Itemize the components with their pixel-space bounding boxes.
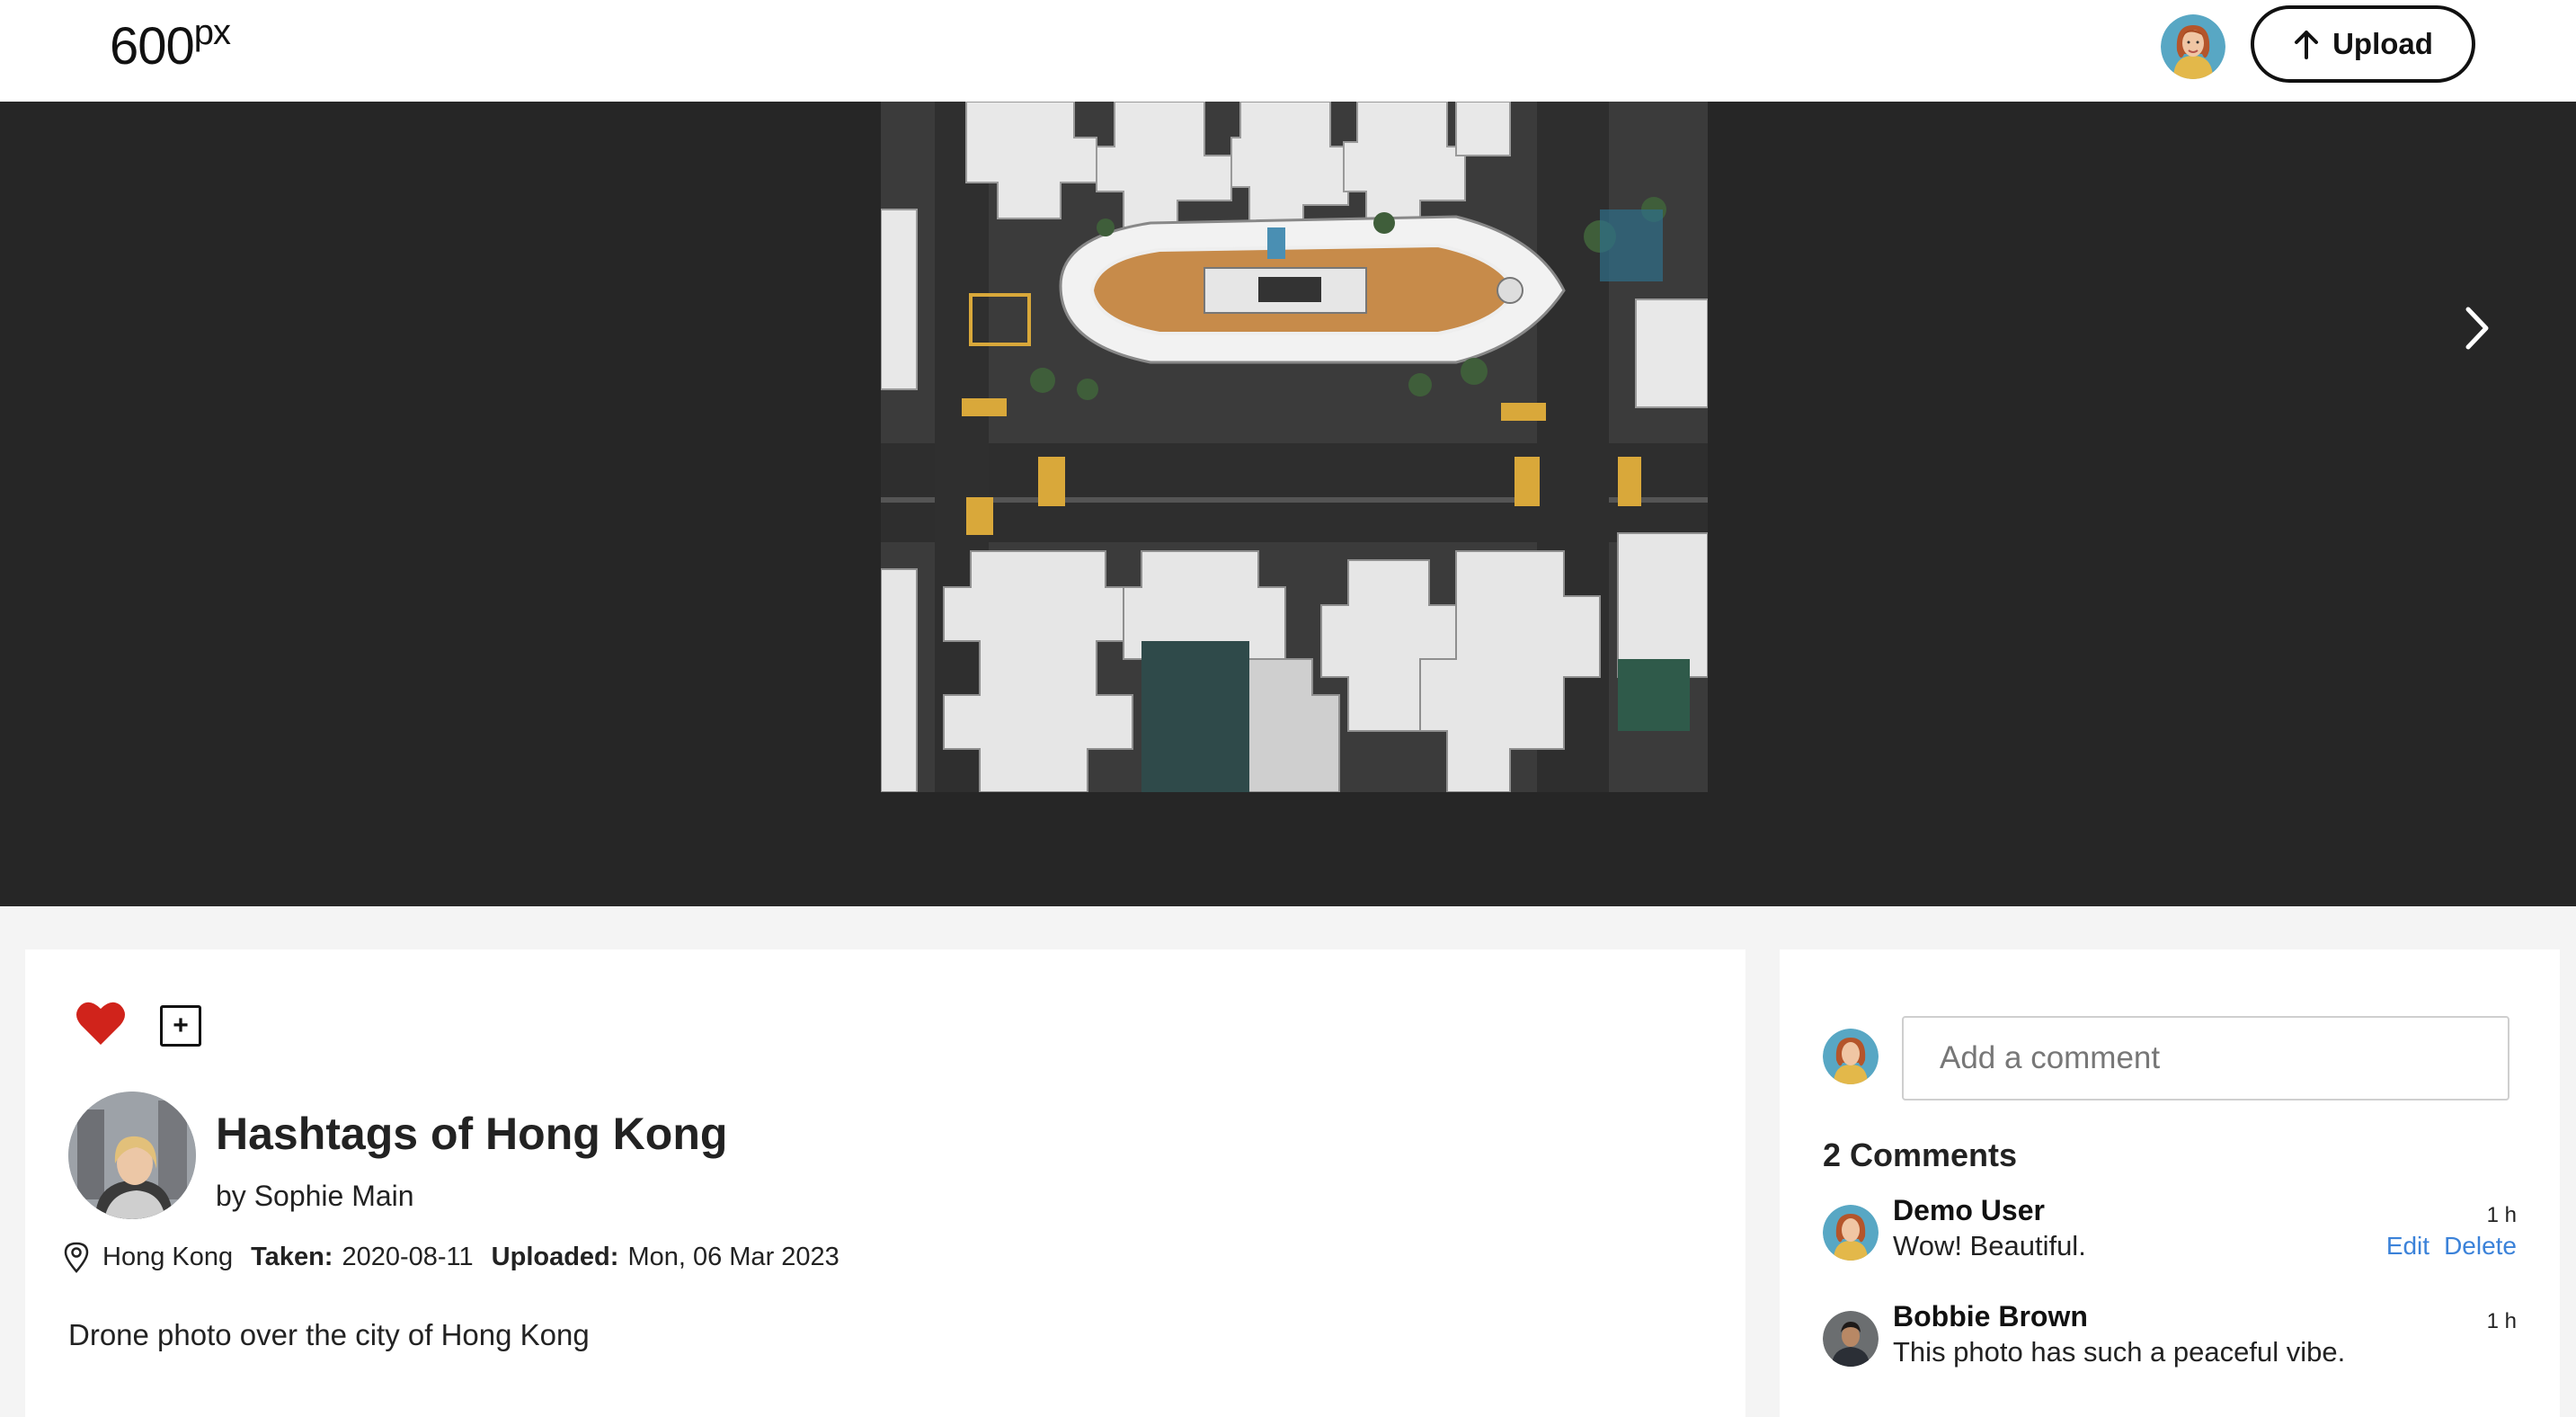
next-photo-button[interactable] <box>2454 290 2499 366</box>
comment-item: Demo User Wow! Beautiful. 1 h Edit Delet… <box>1823 1194 2517 1266</box>
heart-icon <box>76 1002 125 1045</box>
like-button[interactable] <box>76 1000 126 1047</box>
arrow-up-icon <box>2295 31 2319 59</box>
logo[interactable]: 600px <box>110 13 231 76</box>
photo-title: Hashtags of Hong Kong <box>216 1109 728 1159</box>
comment-time: 1 h <box>2486 1203 2517 1227</box>
logo-text: 600 <box>110 17 195 76</box>
main-photo[interactable] <box>881 102 1708 792</box>
comments-count: 2 Comments <box>1823 1136 2018 1173</box>
photo-description: Drone photo over the city of Hong Kong <box>68 1318 590 1351</box>
delete-comment-link[interactable]: Delete <box>2444 1232 2517 1261</box>
taken-label: Taken: <box>251 1242 333 1271</box>
author-avatar[interactable] <box>68 1092 196 1219</box>
plus-square-icon: + <box>173 1011 189 1040</box>
location-pin-icon <box>64 1242 89 1273</box>
byline: by Sophie Main <box>216 1180 414 1213</box>
comment-author[interactable]: Demo User <box>1893 1194 2045 1227</box>
author-name-link[interactable]: Sophie Main <box>254 1180 414 1212</box>
edit-comment-link[interactable]: Edit <box>2386 1232 2429 1261</box>
user-avatar[interactable] <box>2161 14 2225 79</box>
comment-item: Bobbie Brown This photo has such a peace… <box>1823 1300 2517 1372</box>
comment-text: This photo has such a peaceful vibe. <box>1893 1336 2346 1368</box>
comment-author-avatar[interactable] <box>1823 1205 1879 1261</box>
photo-info-card: + Hashtags of Hong Kong by Sophie Main H… <box>25 949 1745 1417</box>
comments-panel: 2 Comments Demo User Wow! Beautiful. 1 h… <box>1780 949 2560 1417</box>
upload-button[interactable]: Upload <box>2251 5 2475 83</box>
chevron-right-icon <box>2465 307 2489 350</box>
photo-viewer <box>0 102 2576 906</box>
top-navbar: 600px Upload <box>0 0 2576 102</box>
comment-input[interactable] <box>1902 1016 2509 1101</box>
taken-date: 2020-08-11 <box>342 1242 474 1271</box>
photo-meta: Hong Kong Taken: 2020-08-11 Uploaded: Mo… <box>63 1241 839 1273</box>
comment-author[interactable]: Bobbie Brown <box>1893 1300 2088 1333</box>
byline-prefix: by <box>216 1180 246 1212</box>
comment-time: 1 h <box>2486 1309 2517 1333</box>
uploaded-label: Uploaded: <box>491 1242 619 1271</box>
current-user-avatar <box>1823 1029 1879 1084</box>
add-to-gallery-button[interactable]: + <box>160 1005 201 1047</box>
comment-author-avatar[interactable] <box>1823 1311 1879 1367</box>
location-link[interactable]: Hong Kong <box>102 1243 233 1272</box>
upload-button-label: Upload <box>2332 27 2433 60</box>
comment-text: Wow! Beautiful. <box>1893 1230 2086 1261</box>
logo-superscript: px <box>193 13 231 52</box>
uploaded-date: Mon, 06 Mar 2023 <box>627 1242 839 1271</box>
comment-actions: Edit Delete <box>2386 1232 2517 1261</box>
